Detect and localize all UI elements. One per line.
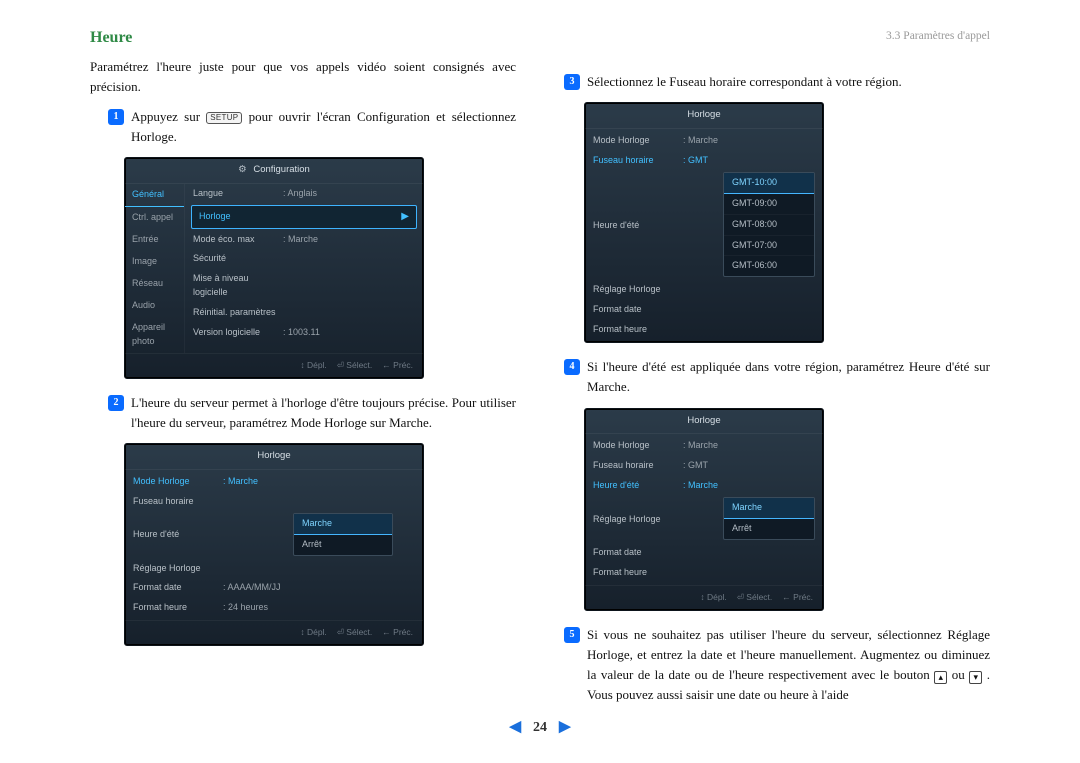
- dropdown-option[interactable]: GMT-08:00: [724, 214, 814, 235]
- osd-footer: ↕ Dépl.⏎ Sélect.← Préc.: [585, 585, 823, 610]
- step-text: Si l'heure d'été est appliquée dans votr…: [587, 357, 990, 397]
- breadcrumb: 3.3 Paramètres d'appel: [886, 28, 990, 46]
- osd-row[interactable]: Version logicielle: 1003.11: [185, 323, 423, 343]
- osd-footer: ↕ Dépl.⏎ Sélect.← Préc.: [125, 620, 423, 645]
- dropdown-option[interactable]: Arrêt: [724, 518, 814, 539]
- osd-row[interactable]: Fuseau horaire: GMT: [585, 151, 823, 171]
- step-text: Si vous ne souhaitez pas utiliser l'heur…: [587, 625, 990, 706]
- osd-dropdown[interactable]: Marche Arrêt: [723, 497, 815, 540]
- osd-row[interactable]: Sécurité: [185, 249, 423, 269]
- osd-sidebar: Général Ctrl. appel Entrée Image Réseau …: [125, 184, 185, 353]
- osd-row[interactable]: Mise à niveau logicielle: [185, 269, 423, 303]
- chevron-right-icon: ▶: [401, 209, 409, 225]
- osd-horloge-mode: Horloge Mode Horloge: Marche Fuseau hora…: [124, 443, 424, 646]
- osd-row[interactable]: Format date: AAAA/MM/JJ: [125, 578, 423, 598]
- next-page-button[interactable]: ▶: [559, 716, 571, 739]
- step-text: Appuyez sur SETUP pour ouvrir l'écran Co…: [131, 107, 516, 147]
- right-column: 3 Sélectionnez le Fuseau horaire corresp…: [564, 26, 990, 712]
- step-text: L'heure du serveur permet à l'horloge d'…: [131, 393, 516, 433]
- dropdown-option[interactable]: GMT-06:00: [724, 255, 814, 276]
- osd-row[interactable]: Heure d'été Marche Arrêt: [125, 512, 423, 559]
- osd-dropdown[interactable]: Marche Arrêt: [293, 513, 393, 556]
- osd-tab[interactable]: Ctrl. appel: [125, 207, 184, 229]
- osd-row[interactable]: Format date: [585, 543, 823, 563]
- osd-row[interactable]: Heure d'été GMT-10:00 GMT-09:00 GMT-08:0…: [585, 171, 823, 281]
- osd-row[interactable]: Mode éco. max: Marche: [185, 230, 423, 250]
- dropdown-option[interactable]: GMT-10:00: [723, 172, 815, 194]
- dropdown-option[interactable]: Arrêt: [294, 534, 392, 555]
- page-body: Heure Paramétrez l'heure juste pour que …: [0, 0, 1080, 712]
- arrow-down-key-icon: ▾: [969, 671, 982, 684]
- arrow-up-key-icon: ▴: [934, 671, 947, 684]
- osd-row[interactable]: Mode Horloge: Marche: [585, 436, 823, 456]
- text-frag: ou: [952, 667, 970, 682]
- text-frag: Si vous ne souhaitez pas utiliser l'heur…: [587, 627, 990, 682]
- step-badge: 2: [108, 395, 124, 411]
- osd-row[interactable]: Fuseau horaire: [125, 492, 423, 512]
- page-nav: ◀ 24 ▶: [0, 716, 1080, 739]
- osd-title: ⚙ Configuration: [125, 158, 423, 184]
- step-badge: 4: [564, 359, 580, 375]
- step-2: 2 L'heure du serveur permet à l'horloge …: [108, 393, 516, 433]
- dropdown-option[interactable]: GMT-09:00: [724, 193, 814, 214]
- osd-dropdown[interactable]: GMT-10:00 GMT-09:00 GMT-08:00 GMT-07:00 …: [723, 172, 815, 278]
- osd-row[interactable]: Réinitial. paramètres: [185, 303, 423, 323]
- osd-tab[interactable]: Appareil photo: [125, 317, 184, 353]
- prev-page-button[interactable]: ◀: [509, 716, 521, 739]
- osd-configuration: ⚙ Configuration Général Ctrl. appel Entr…: [124, 157, 424, 378]
- osd-horloge-fuseau: Horloge Mode Horloge: Marche Fuseau hora…: [584, 102, 824, 343]
- intro-text: Paramétrez l'heure juste pour que vos ap…: [90, 57, 516, 97]
- step-3: 3 Sélectionnez le Fuseau horaire corresp…: [564, 72, 990, 92]
- osd-footer: ↕ Dépl.⏎ Sélect.← Préc.: [125, 353, 423, 378]
- osd-row[interactable]: Mode Horloge: Marche: [585, 131, 823, 151]
- osd-row[interactable]: Heure d'été: Marche: [585, 476, 823, 496]
- step-text: Sélectionnez le Fuseau horaire correspon…: [587, 72, 990, 92]
- step-badge: 5: [564, 627, 580, 643]
- osd-row[interactable]: Réglage Horloge: [585, 280, 823, 300]
- osd-row[interactable]: Mode Horloge: Marche: [125, 472, 423, 492]
- osd-tab[interactable]: Général: [125, 184, 184, 207]
- dropdown-option[interactable]: Marche: [723, 497, 815, 519]
- osd-tab[interactable]: Audio: [125, 295, 184, 317]
- dropdown-option[interactable]: GMT-07:00: [724, 235, 814, 256]
- osd-row[interactable]: Format heure: 24 heures: [125, 598, 423, 618]
- osd-title: Horloge: [585, 103, 823, 129]
- section-title: Heure: [90, 26, 516, 51]
- osd-title-text: Configuration: [253, 164, 310, 175]
- osd-row[interactable]: Réglage Horloge: [125, 559, 423, 579]
- text-frag: Appuyez sur: [131, 109, 206, 124]
- setup-key-icon: SETUP: [206, 112, 242, 124]
- left-column: Heure Paramétrez l'heure juste pour que …: [90, 26, 516, 712]
- gear-icon: ⚙: [238, 164, 247, 175]
- page-number: 24: [533, 717, 547, 739]
- osd-row[interactable]: Langue: Anglais: [185, 184, 423, 204]
- osd-row[interactable]: Format heure: [585, 320, 823, 340]
- osd-horloge-ete: Horloge Mode Horloge: Marche Fuseau hora…: [584, 408, 824, 611]
- osd-row[interactable]: Fuseau horaire: GMT: [585, 456, 823, 476]
- step-badge: 3: [564, 74, 580, 90]
- osd-row[interactable]: Format date: [585, 300, 823, 320]
- step-badge: 1: [108, 109, 124, 125]
- step-1: 1 Appuyez sur SETUP pour ouvrir l'écran …: [108, 107, 516, 147]
- osd-title: Horloge: [125, 444, 423, 470]
- osd-row[interactable]: Réglage Horloge Marche Arrêt: [585, 496, 823, 543]
- osd-title: Horloge: [585, 409, 823, 435]
- osd-main: Langue: Anglais Horloge▶ Mode éco. max: …: [185, 184, 423, 353]
- osd-tab[interactable]: Entrée: [125, 229, 184, 251]
- step-5: 5 Si vous ne souhaitez pas utiliser l'he…: [564, 625, 990, 706]
- step-4: 4 Si l'heure d'été est appliquée dans vo…: [564, 357, 990, 397]
- osd-row-selected[interactable]: Horloge▶: [191, 205, 417, 229]
- osd-tab[interactable]: Image: [125, 251, 184, 273]
- osd-tab[interactable]: Réseau: [125, 273, 184, 295]
- dropdown-option[interactable]: Marche: [293, 513, 393, 535]
- osd-row[interactable]: Format heure: [585, 563, 823, 583]
